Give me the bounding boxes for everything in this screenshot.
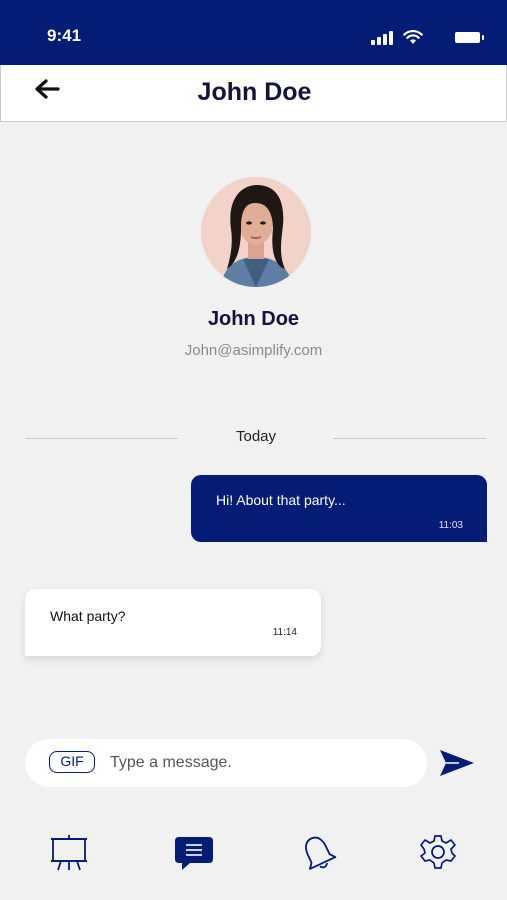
- bottom-nav: [0, 825, 507, 885]
- message-bubble-incoming[interactable]: What party? 11:14: [25, 589, 321, 656]
- date-divider: Today: [235, 428, 277, 445]
- divider-line-left: [25, 438, 178, 439]
- message-text: What party?: [50, 608, 126, 624]
- gif-button[interactable]: GIF: [49, 751, 95, 773]
- status-bar: 9:41: [0, 0, 507, 65]
- divider-line-right: [333, 438, 486, 439]
- chat-header: John Doe: [0, 65, 507, 122]
- profile-name: John Doe: [207, 308, 300, 330]
- status-icons: [345, 28, 485, 48]
- bell-icon[interactable]: [298, 833, 338, 873]
- profile-email: John@asimplify.com: [184, 342, 323, 359]
- send-icon[interactable]: [439, 748, 475, 778]
- message-time: 11:14: [272, 627, 297, 638]
- easel-icon[interactable]: [49, 833, 89, 873]
- battery-icon: [455, 32, 485, 43]
- avatar: [201, 177, 311, 287]
- page-title: John Doe: [197, 78, 312, 106]
- signal-icon: [371, 31, 395, 45]
- message-text: Hi! About that party...: [216, 492, 346, 508]
- chat-bubble-icon[interactable]: [174, 833, 214, 873]
- gear-icon[interactable]: [418, 833, 458, 873]
- status-time: 9:41: [47, 26, 82, 45]
- wifi-icon: [403, 30, 423, 44]
- message-input[interactable]: [108, 747, 412, 779]
- message-bubble-outgoing[interactable]: Hi! About that party... 11:03: [191, 475, 487, 542]
- message-time: 11:03: [438, 520, 463, 531]
- message-composer: GIF: [25, 739, 427, 787]
